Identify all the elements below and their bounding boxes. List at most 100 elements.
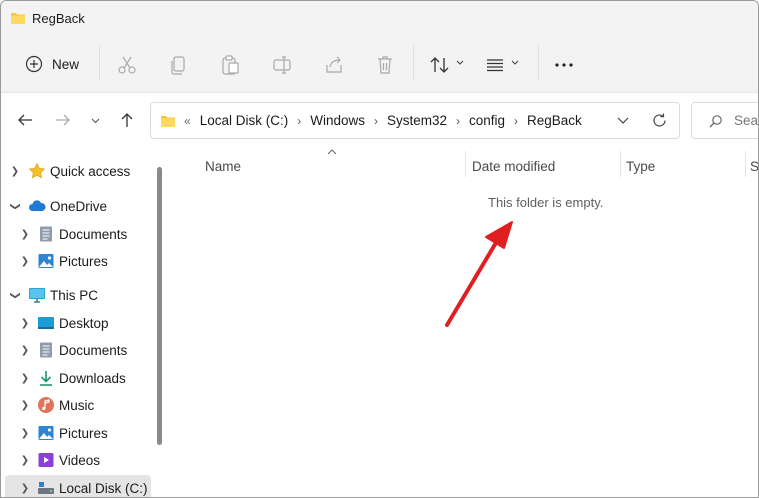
breadcrumb-item[interactable]: Windows [310,113,365,128]
cut-icon[interactable] [116,54,138,76]
sidebar-item-quick-access[interactable]: ❯ Quick access [1,158,153,184]
chevron-down-icon [456,60,464,65]
sidebar-item-label: Quick access [50,163,131,179]
forward-arrow-icon[interactable] [54,111,72,129]
videos-icon [38,453,54,467]
sidebar-item-this-pc[interactable]: ❯ This PC [1,282,153,308]
toolbar-separator [99,45,100,81]
chevron-right-icon[interactable]: › [297,114,301,128]
more-options-icon[interactable] [553,54,575,76]
search-input[interactable]: Sear [691,102,759,139]
breadcrumb: « Local Disk (C:) › Windows › System32 ›… [160,103,582,138]
breadcrumb-overflow-icon[interactable]: « [184,114,191,128]
chevron-right-icon[interactable]: › [456,114,460,128]
chevron-right-icon[interactable]: ❯ [20,373,30,384]
sort-button[interactable] [429,54,467,76]
pictures-icon [38,254,54,268]
star-icon [28,162,46,179]
sidebar-item-label: Documents [59,226,128,242]
chevron-right-icon[interactable]: ❯ [20,483,30,494]
column-divider[interactable] [465,151,466,177]
back-arrow-icon[interactable] [16,111,34,129]
folder-icon [161,115,175,127]
view-button[interactable] [485,54,523,76]
address-history-chevron-icon[interactable] [617,117,629,125]
column-header-date-modified[interactable]: Date modified [472,155,555,177]
sidebar-item-label: Videos [59,452,101,468]
list-view-icon [487,59,503,72]
chevron-down-icon [511,60,519,65]
column-header-size[interactable]: S [750,155,758,177]
file-list-pane: Name Date modified Type S This folder is… [166,147,758,497]
search-icon [709,115,722,128]
breadcrumb-item[interactable]: config [469,113,505,128]
pictures-icon [38,426,54,440]
new-button[interactable]: New [25,53,79,75]
chevron-right-icon[interactable]: ❯ [20,455,30,466]
title-bar: RegBack [1,1,758,35]
empty-folder-message: This folder is empty. [488,195,604,210]
sidebar-item-pictures[interactable]: ❯ Pictures [1,420,153,446]
desktop-icon [38,317,54,329]
up-arrow-icon[interactable] [118,111,136,129]
sort-arrows-icon [430,57,449,73]
paste-icon[interactable] [219,54,241,76]
command-bar: New [1,35,758,93]
chevron-down-icon[interactable]: ❯ [10,201,21,211]
sidebar-item-music[interactable]: ❯ Music [1,392,153,418]
toolbar-separator [413,45,414,81]
folder-icon [11,13,25,24]
sidebar-item-pictures[interactable]: ❯ Pictures [1,248,153,274]
sidebar-item-label: Pictures [59,425,108,441]
sidebar-item-videos[interactable]: ❯ Videos [1,447,153,473]
sidebar-item-label: OneDrive [50,198,108,214]
chevron-right-icon[interactable]: ❯ [10,166,20,177]
sidebar-item-desktop[interactable]: ❯ Desktop [1,310,153,336]
sidebar-scrollbar[interactable] [157,167,162,445]
chevron-right-icon[interactable]: ❯ [20,229,30,240]
chevron-right-icon[interactable]: ❯ [20,318,30,329]
music-icon [38,397,54,413]
sidebar-item-documents[interactable]: ❯ Documents [1,337,153,363]
breadcrumb-item[interactable]: Local Disk (C:) [200,113,289,128]
sidebar-item-label: This PC [50,287,99,303]
sort-ascending-indicator-icon [327,149,337,155]
sidebar-item-documents[interactable]: ❯ Documents [1,221,153,247]
chevron-right-icon[interactable]: ❯ [20,400,30,411]
column-header-type[interactable]: Type [626,155,655,177]
column-divider[interactable] [620,151,621,177]
breadcrumb-item[interactable]: RegBack [527,113,582,128]
column-header-name[interactable]: Name [205,155,241,177]
delete-icon[interactable] [374,54,396,76]
chevron-right-icon[interactable]: › [514,114,518,128]
chevron-right-icon[interactable]: ❯ [20,256,30,267]
refresh-icon[interactable] [651,112,668,129]
sidebar-item-label: Desktop [59,315,109,331]
sidebar-item-label: Pictures [59,253,108,269]
search-placeholder: Sear [734,113,759,128]
sidebar-item-label: Documents [59,342,128,358]
cloud-icon [29,200,46,211]
sidebar-item-label: Downloads [59,370,126,386]
file-explorer-window: RegBack New « Local Disk (C:) › Windows … [0,0,759,498]
column-divider[interactable] [745,151,746,177]
toolbar-separator [538,45,539,81]
copy-icon[interactable] [168,54,190,76]
sidebar-item-label: Local Disk (C:) [59,480,148,496]
plus-circle-icon [25,55,43,73]
breadcrumb-item[interactable]: System32 [387,113,447,128]
address-bar[interactable]: « Local Disk (C:) › Windows › System32 ›… [150,102,680,139]
recent-locations-chevron-icon[interactable] [91,118,100,124]
chevron-down-icon[interactable]: ❯ [10,290,21,300]
sidebar-item-onedrive[interactable]: ❯ OneDrive [1,193,153,219]
navigation-pane: ❯ Quick access ❯ OneDrive ❯ Documents ❯ [1,147,166,497]
new-button-label: New [52,56,80,72]
share-icon[interactable] [323,54,345,76]
sidebar-item-local-disk[interactable]: ❯ Local Disk (C:) [5,475,151,497]
chevron-right-icon[interactable]: ❯ [20,428,30,439]
chevron-right-icon[interactable]: › [374,114,378,128]
chevron-right-icon[interactable]: ❯ [20,345,30,356]
rename-icon[interactable] [271,54,293,76]
monitor-icon [29,288,45,303]
sidebar-item-downloads[interactable]: ❯ Downloads [1,365,153,391]
